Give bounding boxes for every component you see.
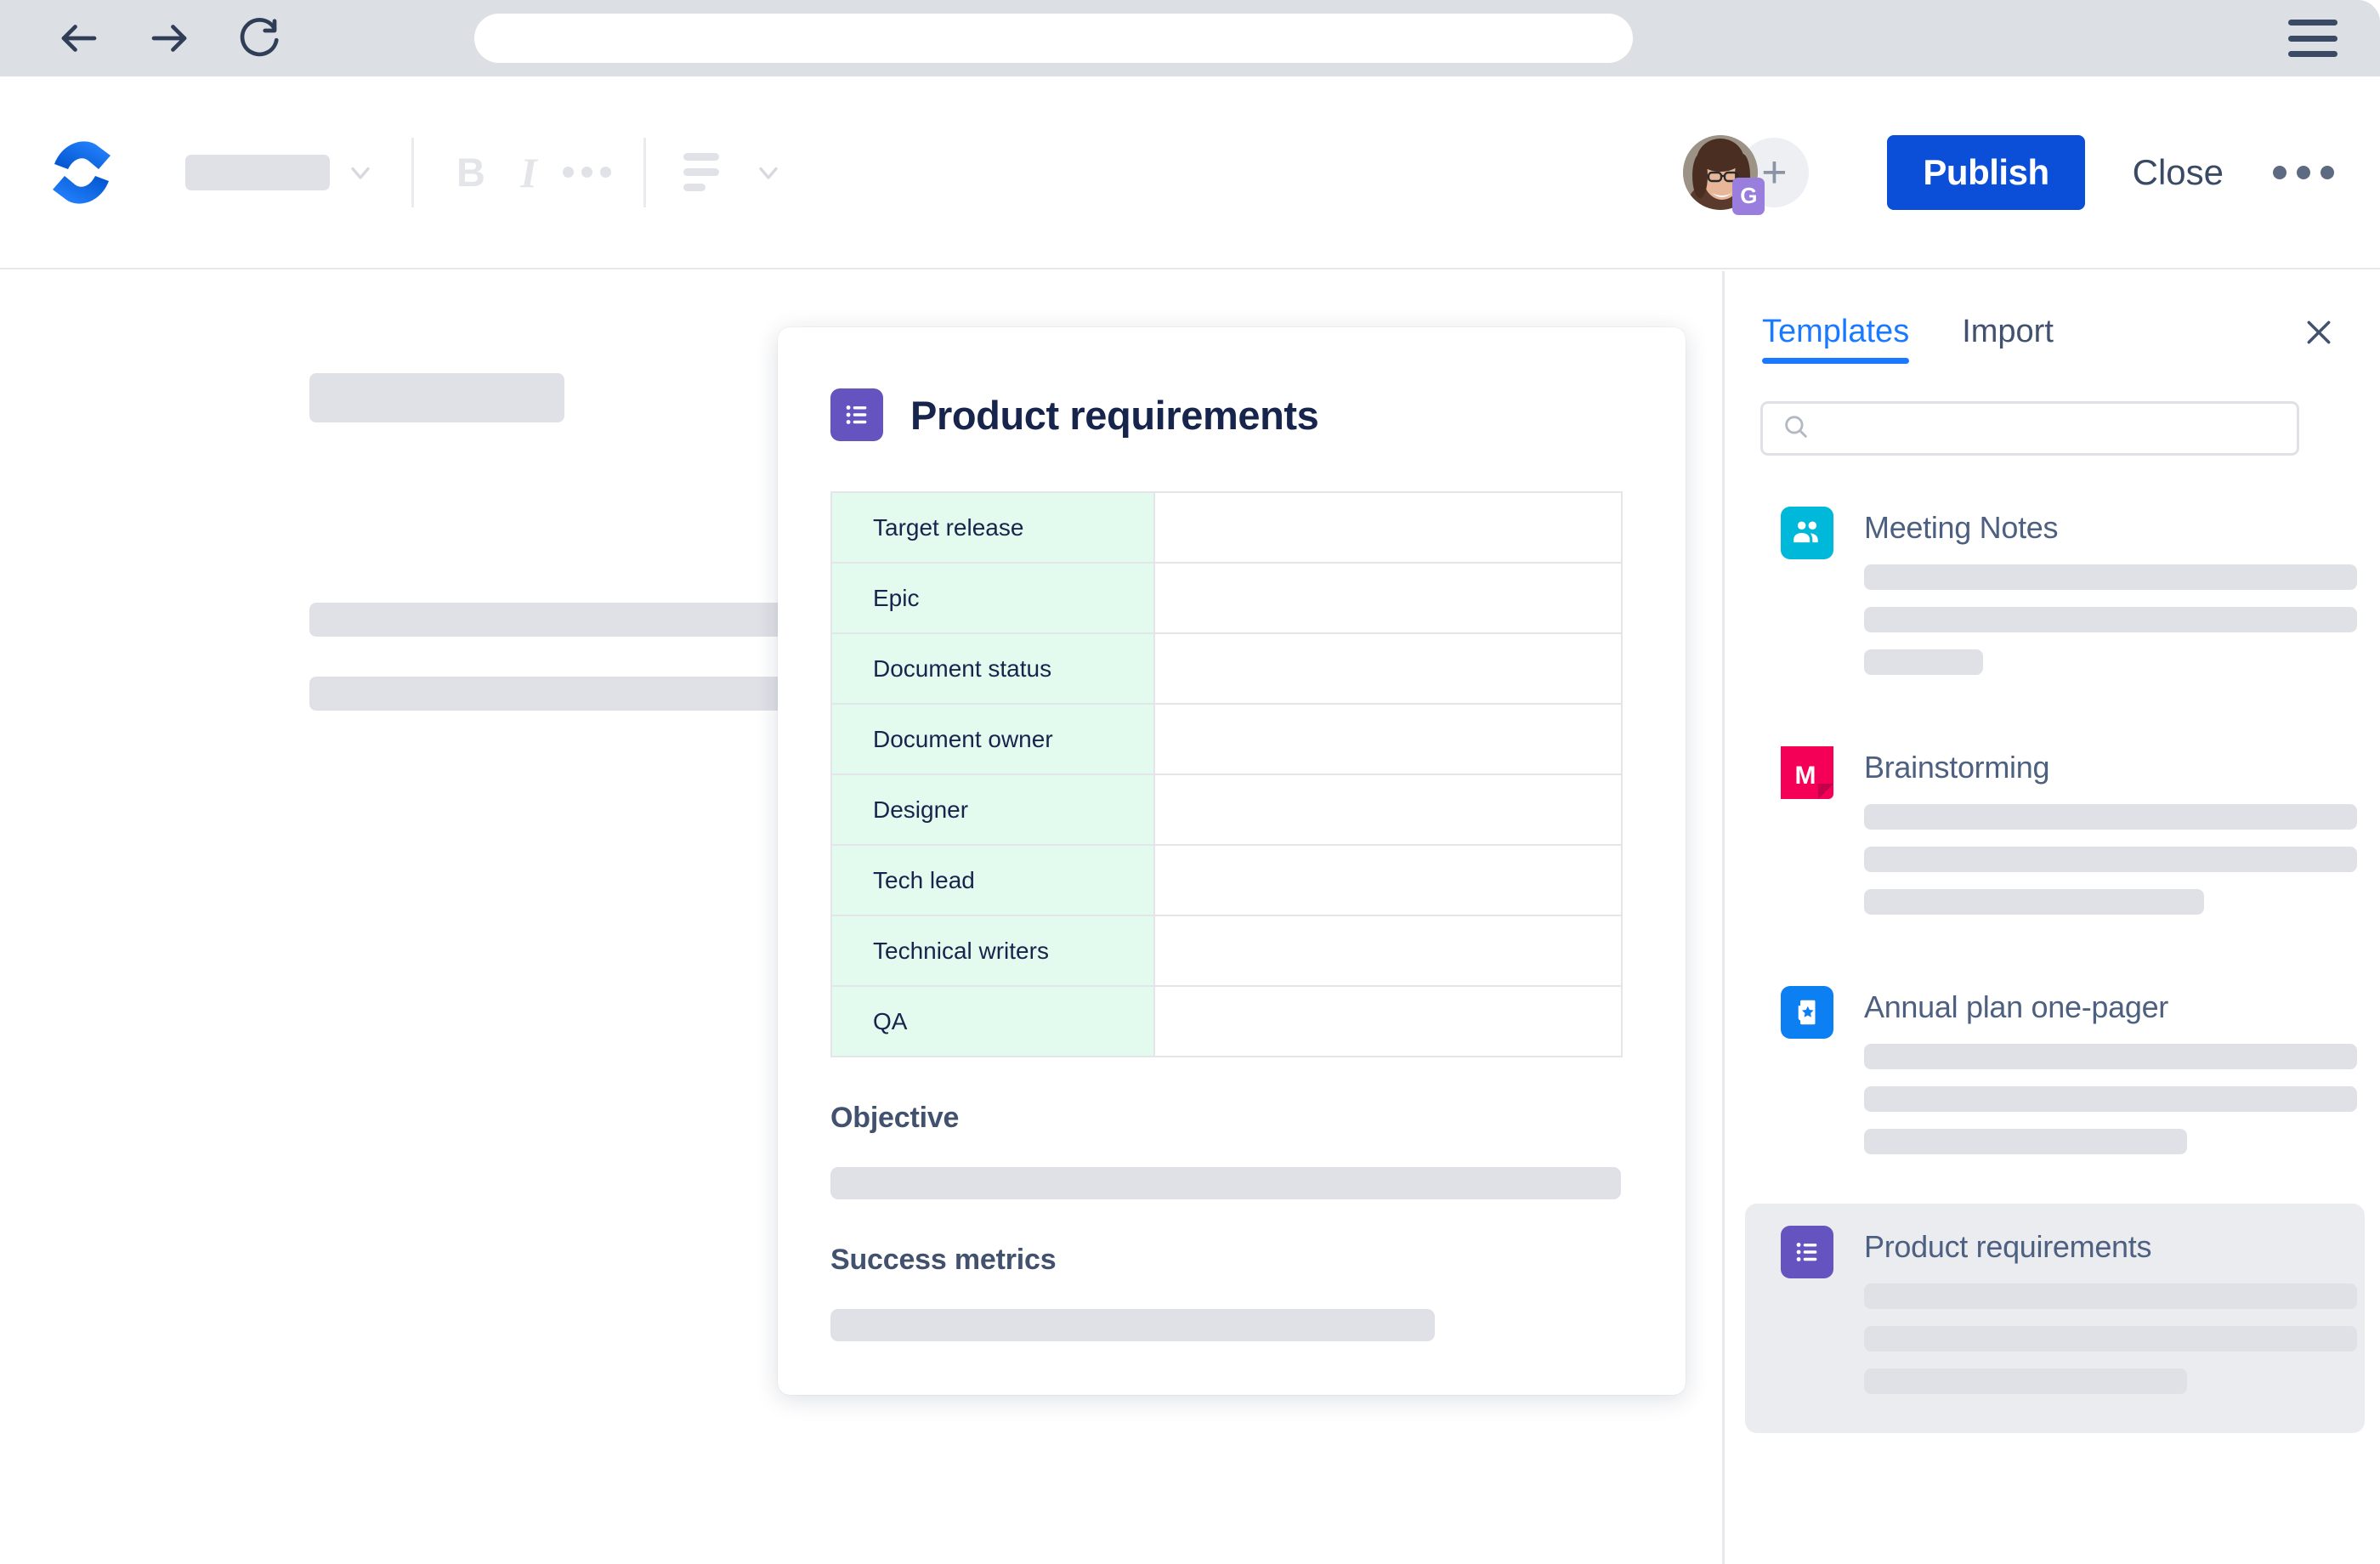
template-body: Meeting Notes	[1864, 507, 2357, 692]
template-placeholder-bars	[1864, 1284, 2357, 1394]
template-placeholder-bars	[1864, 804, 2357, 915]
search-icon	[1782, 412, 1810, 445]
more-formatting-icon[interactable]	[564, 150, 609, 196]
requirements-table-body: Target release Epic Document status	[831, 492, 1622, 1057]
back-icon[interactable]	[56, 15, 102, 61]
chevron-down-icon[interactable]	[343, 156, 377, 190]
table-cell-label: Designer	[831, 774, 1154, 845]
template-placeholder-bars	[1864, 564, 2357, 675]
table-cell-label: Document owner	[831, 704, 1154, 774]
more-options-icon[interactable]	[2273, 166, 2334, 179]
chevron-down-icon-align[interactable]	[751, 156, 785, 190]
avatar[interactable]: G	[1683, 135, 1758, 210]
table-cell-label: Epic	[831, 563, 1154, 633]
template-preview-card: Product requirements Target release Epic	[778, 327, 1686, 1395]
table-cell-value[interactable]	[1154, 986, 1622, 1057]
browser-chrome	[0, 0, 2380, 76]
template-name: Brainstorming	[1864, 750, 2357, 785]
table-cell-value[interactable]	[1154, 845, 1622, 915]
people-icon	[1781, 507, 1833, 559]
tab-templates[interactable]: Templates	[1762, 314, 1909, 364]
template-body: Product requirements	[1864, 1226, 2357, 1411]
align-left-icon[interactable]	[680, 150, 726, 196]
table-cell-label: QA	[831, 986, 1154, 1057]
search-field[interactable]	[1822, 414, 2281, 443]
search-input[interactable]	[1760, 401, 2299, 456]
table-row[interactable]: Document status	[831, 633, 1622, 704]
table-cell-value[interactable]	[1154, 915, 1622, 986]
table-row[interactable]: Designer	[831, 774, 1622, 845]
template-placeholder-bars	[1864, 1044, 2357, 1154]
page-title-placeholder	[309, 373, 564, 422]
table-cell-value[interactable]	[1154, 633, 1622, 704]
list-icon	[1781, 1226, 1833, 1278]
table-row[interactable]: Technical writers	[831, 915, 1622, 986]
requirements-table: Target release Epic Document status	[830, 491, 1623, 1057]
close-icon[interactable]	[2298, 312, 2339, 353]
forward-icon[interactable]	[146, 15, 192, 61]
close-button[interactable]: Close	[2133, 152, 2224, 193]
template-name: Product requirements	[1864, 1229, 2357, 1265]
confluence-editor-window: B I	[0, 0, 2380, 1564]
template-item-annual-plan-one-pager[interactable]: Annual plan one-pager	[1745, 964, 2365, 1193]
document-header: Product requirements	[778, 327, 1686, 441]
toolbar-actions: G + Publish Close	[1683, 135, 2334, 210]
svg-text:M: M	[1795, 762, 1816, 790]
table-cell-label: Tech lead	[831, 845, 1154, 915]
template-body: Brainstorming	[1864, 746, 2357, 932]
template-body: Annual plan one-pager	[1864, 986, 2357, 1171]
template-item-meeting-notes[interactable]: Meeting Notes	[1745, 484, 2365, 714]
table-cell-label: Technical writers	[831, 915, 1154, 986]
confluence-logo[interactable]	[49, 135, 114, 210]
tab-import[interactable]: Import	[1962, 314, 2054, 364]
section-heading-objective: Objective	[830, 1102, 1686, 1135]
templates-panel: Templates Import	[1725, 271, 2380, 1564]
table-row[interactable]: Tech lead	[831, 845, 1622, 915]
table-cell-value[interactable]	[1154, 704, 1622, 774]
templates-list: Meeting Notes M	[1725, 484, 2380, 1433]
document-title: Product requirements	[910, 392, 1318, 439]
table-row[interactable]: QA	[831, 986, 1622, 1057]
editor-toolbar: B I	[0, 76, 2380, 269]
objective-placeholder	[830, 1167, 1621, 1199]
editor-body: Product requirements Target release Epic	[0, 271, 2380, 1564]
browser-nav-buttons	[56, 15, 282, 61]
table-row[interactable]: Target release	[831, 492, 1622, 563]
collaborator-avatars: G +	[1683, 135, 1809, 210]
table-row[interactable]: Epic	[831, 563, 1622, 633]
template-item-brainstorming[interactable]: M Brainstorming	[1745, 724, 2365, 954]
mural-m-icon: M	[1781, 746, 1833, 799]
table-row[interactable]: Document owner	[831, 704, 1622, 774]
address-bar[interactable]	[474, 14, 1633, 63]
formatting-group: B I	[448, 150, 609, 196]
text-style-select[interactable]	[185, 155, 330, 190]
panel-tabs: Templates Import	[1725, 271, 2380, 364]
template-name: Annual plan one-pager	[1864, 989, 2357, 1025]
success-metrics-placeholder	[830, 1309, 1435, 1341]
italic-button[interactable]: I	[506, 150, 552, 196]
template-name: Meeting Notes	[1864, 510, 2357, 546]
avatar-badge: G	[1732, 178, 1765, 215]
table-cell-label: Target release	[831, 492, 1154, 563]
toolbar-divider	[411, 138, 414, 207]
template-item-product-requirements[interactable]: Product requirements	[1745, 1204, 2365, 1433]
bold-button[interactable]: B	[448, 150, 494, 196]
hamburger-menu-icon[interactable]	[2288, 20, 2338, 57]
table-cell-value[interactable]	[1154, 774, 1622, 845]
alignment-group	[680, 150, 785, 196]
editor-pane: Product requirements Target release Epic	[0, 271, 1722, 1564]
reload-icon[interactable]	[236, 15, 282, 61]
toolbar-divider-2	[643, 138, 646, 207]
table-cell-label: Document status	[831, 633, 1154, 704]
document-star-icon	[1781, 986, 1833, 1039]
list-icon	[830, 388, 883, 441]
publish-button[interactable]: Publish	[1887, 135, 2084, 210]
table-cell-value[interactable]	[1154, 492, 1622, 563]
section-heading-success-metrics: Success metrics	[830, 1244, 1686, 1277]
table-cell-value[interactable]	[1154, 563, 1622, 633]
